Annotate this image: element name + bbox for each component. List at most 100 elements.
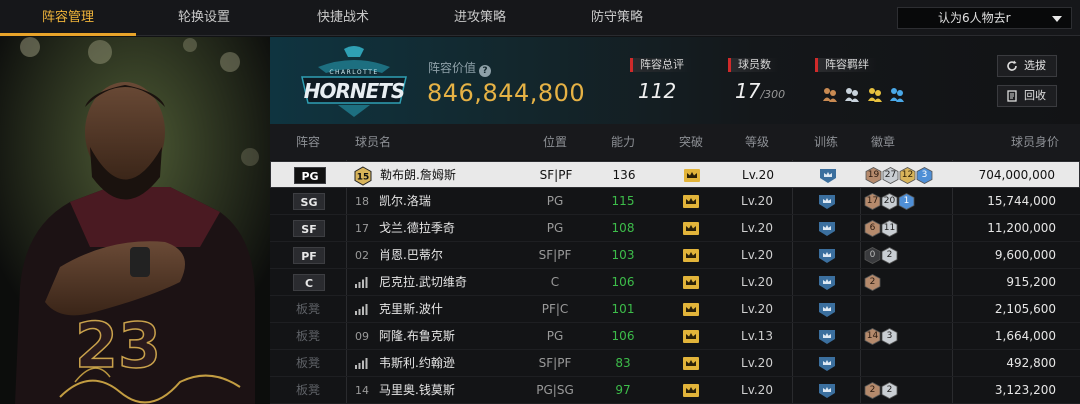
crown-icon[interactable] <box>683 330 699 343</box>
player-level: Lv.20 <box>741 356 773 370</box>
player-level: Lv.20 <box>741 194 773 208</box>
col-player-name: 球员名 <box>354 135 391 149</box>
badge-icon[interactable]: 2 <box>864 382 881 399</box>
player-name[interactable]: 韦斯利.约翰逊 <box>379 350 455 377</box>
badge-icon[interactable]: 2 <box>881 382 898 399</box>
crown-icon[interactable] <box>683 195 699 208</box>
training-icon[interactable] <box>817 382 837 399</box>
badge-icon[interactable]: 11 <box>881 220 898 237</box>
player-level: Lv.20 <box>741 248 773 262</box>
bond-icon-1[interactable] <box>821 85 839 103</box>
badge-icon[interactable]: 27 <box>882 167 899 184</box>
recycle-button[interactable]: 回收 <box>997 85 1057 107</box>
player-market-value: 704,000,000 <box>978 168 1055 182</box>
strategy-dropdown[interactable]: 认为6人物去r <box>897 7 1072 29</box>
badge-icon[interactable]: 2 <box>864 274 881 291</box>
badge-icon[interactable]: 19 <box>865 167 882 184</box>
training-icon[interactable] <box>818 167 838 184</box>
badge-icon[interactable]: 0 <box>864 247 881 264</box>
player-count-value: 17/300 <box>735 79 786 103</box>
select-button[interactable]: 选拔 <box>997 55 1057 77</box>
tab-offense-strategy[interactable]: 进攻策略 <box>412 0 548 36</box>
badge-icon[interactable]: 1 <box>898 193 915 210</box>
bond-icon-3[interactable] <box>866 85 884 103</box>
bench-label: 板凳 <box>295 329 320 343</box>
table-row[interactable]: 板凳 14 马里奥.钱莫斯 PG|SG 97 Lv.20 2 2 3,123,200 <box>270 377 1080 404</box>
crown-icon[interactable] <box>683 384 699 397</box>
roster-table: 阵容 球员名 位置 能力 突破 等级 训练 徽章 球员身价 PG 15 勒布朗.詹姆… <box>270 124 1080 404</box>
player-name[interactable]: 阿隆.布鲁克斯 <box>379 323 455 350</box>
player-name[interactable]: 勒布朗.詹姆斯 <box>380 162 456 189</box>
bond-icon-4[interactable] <box>888 85 906 103</box>
lineup-slot-badge: SG <box>293 193 325 210</box>
svg-text:CHARLOTTE: CHARLOTTE <box>329 69 378 76</box>
badge-icon[interactable]: 14 <box>864 328 881 345</box>
training-icon[interactable] <box>817 220 837 237</box>
tab-quick-tactics[interactable]: 快捷战术 <box>275 0 411 36</box>
crown-icon[interactable] <box>683 222 699 235</box>
lineup-bonds-label: 阵容羁绊 <box>815 58 877 72</box>
tab-lineup-management[interactable]: 阵容管理 <box>0 0 136 36</box>
col-level: 等级 <box>744 135 769 149</box>
document-icon <box>1007 90 1017 102</box>
player-name[interactable]: 克里斯.波什 <box>379 296 443 323</box>
player-name[interactable]: 马里奥.钱莫斯 <box>379 377 455 404</box>
training-icon[interactable] <box>817 193 837 210</box>
training-icon[interactable] <box>817 301 837 318</box>
player-position: SF|PF <box>538 248 572 262</box>
player-ability: 106 <box>611 275 635 289</box>
player-ability: 101 <box>611 302 635 316</box>
training-icon[interactable] <box>817 247 837 264</box>
player-ability: 103 <box>611 248 635 262</box>
badge-icon[interactable]: 3 <box>881 328 898 345</box>
jersey-number: 17 <box>355 222 369 235</box>
training-icon[interactable] <box>817 355 837 372</box>
col-badges: 徽章 <box>870 135 895 149</box>
player-ability: 108 <box>611 221 635 235</box>
player-name[interactable]: 戈兰.德拉季奇 <box>379 215 455 242</box>
badge-icon[interactable]: 17 <box>864 193 881 210</box>
lineup-rating-label: 阵容总评 <box>630 58 692 72</box>
badge-icon[interactable]: 20 <box>881 193 898 210</box>
player-name[interactable]: 尼克拉.武切维奇 <box>379 269 467 296</box>
badge-icon[interactable]: 6 <box>864 220 881 237</box>
col-ability: 能力 <box>610 135 635 149</box>
col-breakthrough: 突破 <box>678 135 703 149</box>
tab-defense-strategy[interactable]: 防守策略 <box>549 0 685 36</box>
lineup-slot-badge: PG <box>294 167 326 184</box>
bond-icon-2[interactable] <box>843 85 861 103</box>
player-position: PF|C <box>541 302 569 316</box>
player-position: PG <box>546 329 564 343</box>
table-row[interactable]: SF 17 戈兰.德拉季奇 PG 108 Lv.20 6 11 11,200,000 <box>270 215 1080 242</box>
table-row[interactable]: 板凳 09 阿隆.布鲁克斯 PG 106 Lv.13 14 3 1,664,000 <box>270 323 1080 350</box>
badge-icon[interactable]: 12 <box>899 167 916 184</box>
table-row[interactable]: C 尼克拉.武切维奇 C 106 Lv.20 2 915,200 <box>270 269 1080 296</box>
help-icon[interactable]: ? <box>479 65 492 77</box>
player-position: PG|SG <box>536 383 574 397</box>
featured-player-art: 23 <box>0 37 270 404</box>
training-icon[interactable] <box>817 328 837 345</box>
table-row[interactable]: PG 15 勒布朗.詹姆斯 SF|PF 136 Lv.20 19 27 12 3 704,000,0… <box>270 161 1080 188</box>
crown-icon[interactable] <box>683 249 699 262</box>
table-row[interactable]: PF 02 肖恩.巴蒂尔 SF|PF 103 Lv.20 0 2 9,600,000 <box>270 242 1080 269</box>
table-row[interactable]: 板凳 韦斯利.约翰逊 SF|PF 83 Lv.20 492,800 <box>270 350 1080 377</box>
tab-rotation-settings[interactable]: 轮换设置 <box>136 0 272 36</box>
training-icon[interactable] <box>817 274 837 291</box>
crown-icon[interactable] <box>683 303 699 316</box>
crown-icon[interactable] <box>684 169 700 182</box>
player-market-value: 1,664,000 <box>994 329 1056 343</box>
table-row[interactable]: 板凳 克里斯.波什 PF|C 101 Lv.20 2,105,600 <box>270 296 1080 323</box>
crown-icon[interactable] <box>683 276 699 289</box>
crown-icon[interactable] <box>683 357 699 370</box>
strategy-dropdown-value: 认为6人物去r <box>938 11 1011 25</box>
badge-icon[interactable]: 3 <box>916 167 933 184</box>
jersey-number: 18 <box>355 195 369 208</box>
player-market-value: 11,200,000 <box>987 221 1056 235</box>
player-market-value: 3,123,200 <box>994 383 1056 397</box>
player-name[interactable]: 肖恩.巴蒂尔 <box>379 242 443 269</box>
player-name[interactable]: 凯尔.洛瑞 <box>379 188 431 215</box>
player-count-max: /300 <box>760 88 786 101</box>
badge-icon[interactable]: 2 <box>881 247 898 264</box>
top-nav: 阵容管理 轮换设置 快捷战术 进攻策略 防守策略 认为6人物去r <box>0 0 1080 36</box>
table-row[interactable]: SG 18 凯尔.洛瑞 PG 115 Lv.20 17 20 1 15,744,000 <box>270 188 1080 215</box>
